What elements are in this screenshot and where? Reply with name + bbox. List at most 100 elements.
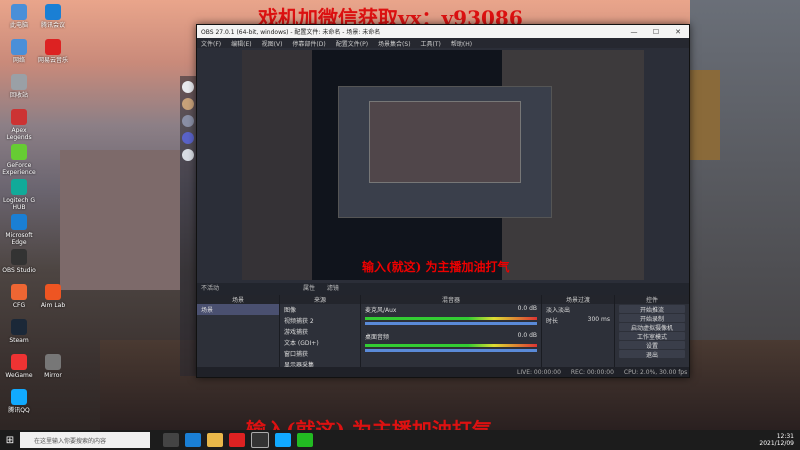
duration-input[interactable]: 300 ms [588, 316, 610, 325]
system-tray-clock[interactable]: 12:31 2021/12/09 [759, 433, 800, 447]
obs-taskbar-icon[interactable] [251, 432, 269, 448]
desktop-icon[interactable]: 腾讯会议 [36, 4, 70, 29]
transitions-dock: 场景过渡 淡入淡出 时长 300 ms [542, 295, 615, 377]
obs-menubar: 文件(F) 编辑(E) 视图(V) 停靠部件(D) 配置文件(P) 场景集合(S… [197, 38, 689, 48]
desktop-icon-label: 回收站 [9, 92, 28, 99]
desktop-icon[interactable]: 网络 [2, 39, 36, 64]
desktop-icon[interactable]: Mirror [36, 354, 70, 379]
duration-label: 时长 [546, 318, 559, 325]
obs-preview[interactable]: 输入(就这) 为主播加油打气 [242, 50, 644, 280]
volume-slider[interactable] [365, 322, 537, 325]
minimize-button[interactable]: — [623, 28, 645, 36]
mixer-dock-title: 混音器 [361, 295, 541, 304]
desktop-icon[interactable]: Logitech G HUB [2, 179, 36, 211]
menu-docks[interactable]: 停靠部件(D) [292, 39, 325, 48]
windows-start-icon[interactable]: ⊞ [0, 430, 20, 450]
app-icon [11, 39, 27, 55]
app-icon [11, 214, 27, 230]
mixer-channel-label: 麦克风/Aux [365, 307, 397, 314]
source-item[interactable]: 视频捕获 2 [280, 315, 360, 326]
source-item[interactable]: 文本 (GDI+) [280, 337, 360, 348]
menu-profile[interactable]: 配置文件(P) [336, 39, 368, 48]
qq-icon[interactable] [275, 433, 291, 447]
app-icon [11, 319, 27, 335]
desktop-icon[interactable]: 腾讯QQ [2, 389, 36, 414]
preview-desktop-icons [242, 50, 312, 280]
taskbar-search-input[interactable]: 在这里输入你要搜索的内容 [20, 432, 150, 448]
maximize-button[interactable]: ☐ [645, 28, 667, 36]
volume-meter [365, 317, 537, 320]
avatar[interactable] [182, 149, 194, 161]
desktop-icon[interactable]: Microsoft Edge [2, 214, 36, 246]
source-toolbar: 不活动 属性 滤镜 [197, 283, 689, 295]
source-item[interactable]: 游戏捕获 [280, 326, 360, 337]
start-recording-button[interactable]: 开始录制 [619, 314, 685, 323]
desktop-icon-label: WeGame [5, 372, 33, 379]
menu-tools[interactable]: 工具(T) [421, 39, 441, 48]
inactive-label: 不活动 [201, 285, 220, 292]
building-left [60, 150, 180, 290]
avatar[interactable] [182, 115, 194, 127]
desktop-icon-label: Mirror [44, 372, 62, 379]
avatar[interactable] [182, 81, 194, 93]
studio-mode-button[interactable]: 工作室模式 [619, 332, 685, 341]
source-item[interactable]: 窗口捕获 [280, 348, 360, 359]
app-icon [11, 354, 27, 370]
desktop-icon[interactable]: 此电脑 [2, 4, 36, 29]
menu-view[interactable]: 视图(V) [262, 39, 283, 48]
desktop-icon[interactable]: CFG [2, 284, 36, 309]
menu-scene-collection[interactable]: 场景集合(S) [378, 39, 411, 48]
transitions-dock-title: 场景过渡 [542, 295, 614, 304]
app-icon [11, 179, 27, 195]
edge-icon[interactable] [185, 433, 201, 447]
desktop-icon-label: Aim Lab [40, 302, 66, 309]
exit-button[interactable]: 退出 [619, 350, 685, 359]
desktop-icon[interactable]: 网易云音乐 [36, 39, 70, 64]
task-view-icon[interactable] [163, 433, 179, 447]
desktop-icon-label: Apex Legends [6, 127, 32, 141]
virtual-camera-button[interactable]: 启动虚拟摄像机 [619, 323, 685, 332]
rec-status: REC: 00:00:00 [570, 368, 614, 376]
obs-statusbar: LIVE: 00:00:00 REC: 00:00:00 CPU: 2.0%, … [197, 367, 689, 377]
desktop-icon[interactable]: Aim Lab [36, 284, 70, 309]
menu-help[interactable]: 帮助(H) [451, 39, 472, 48]
start-streaming-button[interactable]: 开始推流 [619, 305, 685, 314]
wechat-icon[interactable] [297, 433, 313, 447]
mixer-channel-name: 桌面音频 0.0 dB [361, 331, 541, 342]
source-item[interactable]: 图像 [280, 304, 360, 315]
avatar[interactable] [182, 98, 194, 110]
menu-edit[interactable]: 编辑(E) [231, 39, 251, 48]
mixer-channel-db: 0.0 dB [517, 305, 537, 312]
tray-date: 2021/12/09 [759, 440, 794, 447]
mixer-channel-name: 麦克风/Aux 0.0 dB [361, 304, 541, 315]
desktop-icon[interactable]: GeForce Experience [2, 144, 36, 176]
settings-button[interactable]: 设置 [619, 341, 685, 350]
menu-file[interactable]: 文件(F) [201, 39, 221, 48]
desktop-icon[interactable]: Apex Legends [2, 109, 36, 141]
app-icon [11, 389, 27, 405]
scenes-dock: 场景 场景 [197, 295, 280, 377]
close-button[interactable]: ✕ [667, 28, 689, 36]
app-icon [11, 144, 27, 160]
sources-dock-title: 来源 [280, 295, 360, 304]
desktop-icon[interactable]: WeGame [2, 354, 36, 379]
desktop-icon[interactable]: Steam [2, 319, 36, 344]
avatar[interactable] [182, 132, 194, 144]
app-icon [11, 249, 27, 265]
properties-button[interactable]: 属性 [303, 285, 315, 292]
desktop-icon[interactable]: OBS Studio [2, 249, 36, 274]
volume-slider[interactable] [365, 349, 537, 352]
live-status: LIVE: 00:00:00 [517, 368, 561, 376]
desktop-icon-label: CFG [12, 302, 26, 309]
desktop-icon-label: 网络 [12, 57, 25, 64]
transition-select[interactable]: 淡入淡出 [542, 304, 614, 315]
filters-button[interactable]: 滤镜 [327, 285, 339, 292]
netease-music-icon[interactable] [229, 433, 245, 447]
file-explorer-icon[interactable] [207, 433, 223, 447]
scenes-dock-title: 场景 [197, 295, 279, 304]
controls-dock: 控件 开始推流 开始录制 启动虚拟摄像机 工作室模式 设置 退出 [615, 295, 689, 377]
scene-item[interactable]: 场景 [197, 304, 279, 315]
app-icon [45, 354, 61, 370]
desktop-icon[interactable]: 回收站 [2, 74, 36, 99]
obs-docks: 场景 场景 来源 图像 视频捕获 2 游戏捕获 文本 (GDI+) 窗口捕获 显… [197, 295, 689, 377]
